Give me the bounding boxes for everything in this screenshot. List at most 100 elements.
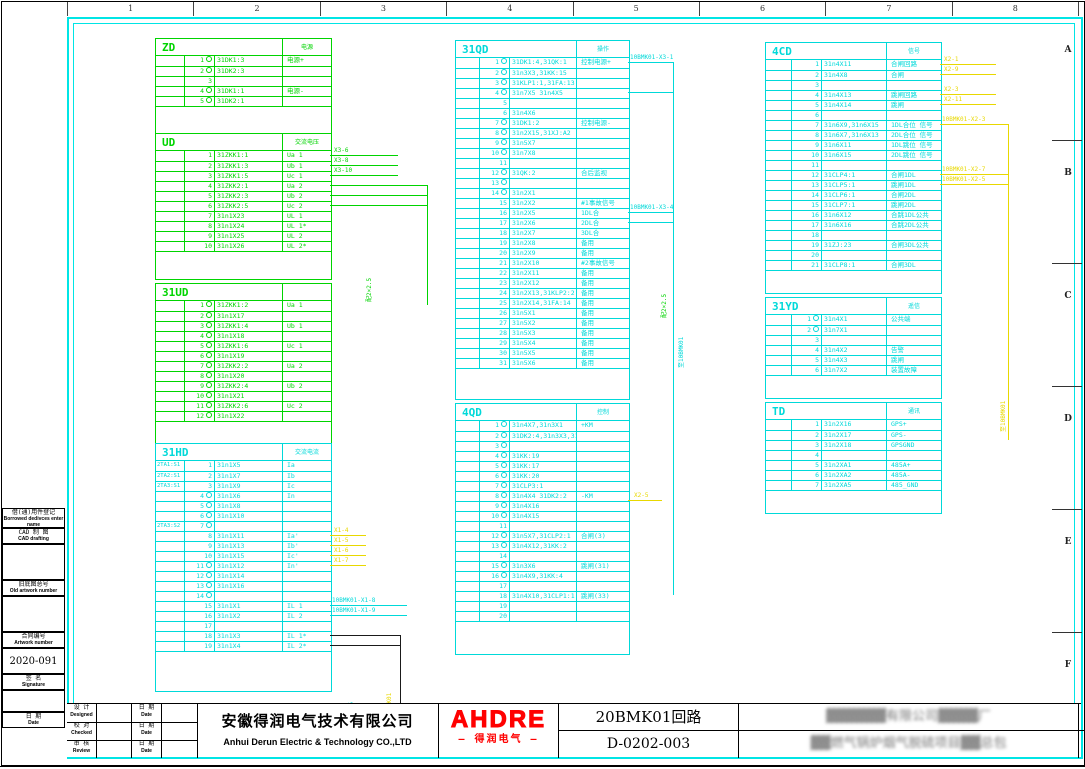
table-row: 231n1X17 xyxy=(156,311,331,321)
terminal-number-cell: 10 xyxy=(791,151,821,161)
ext-ref-cell xyxy=(456,309,479,319)
wire-ref-cell: 31n1X1 xyxy=(214,602,282,612)
wire-ref-cell: 31n5X6 xyxy=(509,359,576,369)
signal-label-cell xyxy=(576,542,629,552)
terminal-number-cell: 1 xyxy=(479,58,509,68)
wire-tag: 10BMK01-X2-7 xyxy=(942,166,985,173)
drawing-number: D-0202-003 xyxy=(559,731,738,757)
terminal-number-cell: 20 xyxy=(479,249,509,259)
signal-label-cell: 1DL跳位 信号 xyxy=(886,141,941,151)
wire-line xyxy=(330,635,400,636)
terminal-number: 10 xyxy=(204,242,212,250)
signal-label-cell: Ub 1 xyxy=(282,162,331,172)
jumper-link-icon xyxy=(206,362,212,368)
date-label-cn: 日 期 xyxy=(3,713,64,720)
artwork-number-box: 合同编号 Artwork number xyxy=(2,632,65,648)
wire-ref-cell: 31ZKK2:1 xyxy=(214,182,282,192)
table-row: 331ZKK1:4Ub 1 xyxy=(156,321,331,331)
table-row: 131DK1:4,31QK:1控制电源+ xyxy=(456,58,629,68)
table-row: 1231CLP4:1合闸1DL xyxy=(766,170,941,180)
table-row: 931n5X7 xyxy=(456,138,629,148)
old-artwork-label-cn: 旧底图总号 xyxy=(3,581,64,588)
jumper-link-icon xyxy=(206,372,212,378)
ext-ref-cell xyxy=(456,119,479,129)
table-function-label: 电源 xyxy=(282,39,331,55)
table-row: 1931ZJ:23合闸3DL公共 xyxy=(766,240,941,250)
wire-ref-cell: 31ZKK1:3 xyxy=(214,162,282,172)
wire-ref-cell: 31n1X7 xyxy=(214,472,282,482)
terminal-number-cell: 2 xyxy=(791,431,821,441)
jumper-link-icon xyxy=(813,326,819,332)
row-letter: A xyxy=(1055,45,1081,55)
borrowed-record-box: 借(通)用件登记 Borrowed dedivces enter name xyxy=(2,508,65,528)
signal-label-cell: 跳闸 xyxy=(886,356,941,366)
wire-ref-cell: 31n1X26 xyxy=(214,242,282,252)
date-cell: 日 期Date xyxy=(132,704,162,722)
terminal-number-cell: 4 xyxy=(479,452,509,462)
table-row: 231n3X3,31KK:15 xyxy=(456,68,629,78)
project-name-cell-1: ▓▓▓▓▓▓有限公司▓▓▓▓厂 xyxy=(739,704,1079,731)
terminal-number: 8 xyxy=(208,532,212,540)
table-row: 1531n2X2#1事故信号 xyxy=(456,198,629,208)
signature-label-en: Signature xyxy=(3,682,64,688)
jumper-link-icon xyxy=(206,582,212,588)
table-row: 531n4X14跳闸 xyxy=(766,100,941,110)
wire-ref-cell: 31n4X16 xyxy=(509,502,576,512)
signal-label-cell: 跳闸2DL xyxy=(886,201,941,211)
signal-label-cell: 备用 xyxy=(576,239,629,249)
table-row: 1631n2X51DL合 xyxy=(456,208,629,218)
table-row: 331ZKK1:5Uc 1 xyxy=(156,171,331,181)
signal-label-cell: 控制电源- xyxy=(576,119,629,129)
terminal-number-cell: 6 xyxy=(479,109,509,119)
wire-ref-cell: 31ZKK2:2 xyxy=(214,362,282,372)
terminal-number-cell: 3 xyxy=(479,442,509,452)
terminal-number-cell: 3 xyxy=(791,441,821,451)
terminal-number: 4 xyxy=(815,451,819,459)
table-footer-spare xyxy=(456,368,629,399)
wire-line xyxy=(330,565,366,566)
terminal-number-cell: 19 xyxy=(791,241,821,251)
wire-ref-cell: 31n1X21 xyxy=(214,392,282,402)
signal-label-cell xyxy=(576,472,629,482)
terminal-number: 11 xyxy=(499,522,507,530)
ext-ref-cell xyxy=(456,339,479,349)
table-row: 231DK2:4,31n3X3,31XJ:13 xyxy=(456,431,629,441)
terminal-number: 10 xyxy=(491,512,499,520)
signal-label-cell: 合闸3DL公共 xyxy=(886,241,941,251)
signal-label-cell: 跳闸1DL xyxy=(886,181,941,191)
old-artwork-value-box xyxy=(2,596,65,632)
signal-label-cell: Ua 1 xyxy=(282,151,331,161)
terminal-number-cell: 13 xyxy=(479,179,509,189)
table-row: 431n1X6In xyxy=(156,491,331,501)
table-row: 531ZKK2:3Ub 2 xyxy=(156,191,331,201)
terminal-number-cell: 2 xyxy=(184,67,214,77)
signal-label-cell: 备用 xyxy=(576,359,629,369)
terminal-number: 20 xyxy=(811,251,819,259)
table-row: 831n4X4 31DK2:2-KM xyxy=(456,491,629,501)
ext-ref-cell xyxy=(456,452,479,462)
table-footer-spare xyxy=(766,375,941,398)
terminal-number: 2 xyxy=(495,432,499,440)
terminal-number: 10 xyxy=(811,151,819,159)
row-letter: F xyxy=(1055,660,1081,670)
row-letter: E xyxy=(1055,537,1081,547)
terminal-number: 22 xyxy=(499,269,507,277)
wire-ref-cell: 31CLP5:1 xyxy=(821,181,886,191)
table-row: 531ZKK1:6Uc 1 xyxy=(156,341,331,351)
terminal-number: 1 xyxy=(815,60,819,68)
wire-ref-cell: 31n2X1 xyxy=(509,189,576,199)
signal-label-cell: Ib xyxy=(282,472,331,482)
wire-tag: X3-8 xyxy=(334,157,348,164)
terminal-number-cell: 1 xyxy=(791,60,821,70)
table-row: 1731n2X62DL合 xyxy=(456,218,629,228)
signal-label-cell: 2DL跳位 信号 xyxy=(886,151,941,161)
signal-label-cell: 备用 xyxy=(576,309,629,319)
terminal-number-cell: 11 xyxy=(184,402,214,412)
ext-ref-cell xyxy=(156,192,184,202)
terminal-number-cell: 6 xyxy=(791,471,821,481)
signal-label-cell: IL 1* xyxy=(282,632,331,642)
signal-label-cell: Ub 2 xyxy=(282,382,331,392)
wire-ref-cell: 31n4X7,31n3X1 xyxy=(509,421,576,431)
date-row-label-en: Date xyxy=(132,730,161,736)
table-row: 831n1X20 xyxy=(156,371,331,381)
